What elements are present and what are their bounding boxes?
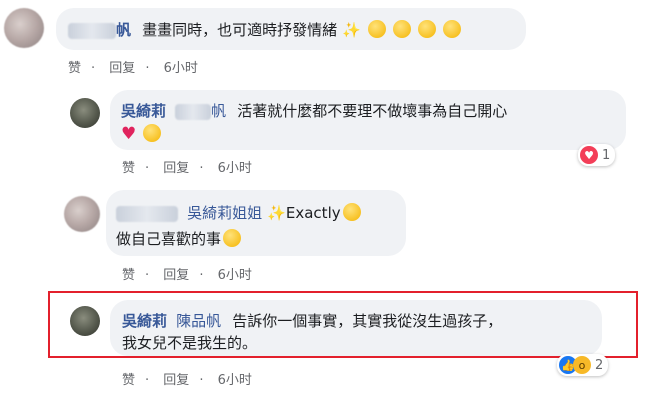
like-link[interactable]: 赞 — [122, 268, 135, 283]
comment-bubble: 吳綺莉 帆 活著就什麼都不要理不做壞事為自己開心 ♥ — [110, 90, 626, 150]
reply-link[interactable]: 回复 — [163, 373, 189, 388]
like-link[interactable]: 赞 — [122, 373, 135, 388]
timestamp[interactable]: 6小时 — [164, 61, 198, 76]
clapping-hands-emoji-icon — [368, 20, 386, 38]
comment-text: Exactly — [285, 204, 341, 222]
commenter-avatar[interactable] — [64, 196, 100, 232]
reaction-summary[interactable]: ♥ 1 — [578, 144, 616, 166]
flexed-biceps-emoji-icon — [443, 20, 462, 38]
commenter-name[interactable]: 吳綺莉 — [121, 102, 166, 120]
sparkles-emoji-icon: ✨ — [342, 21, 361, 39]
mention-tag[interactable]: 帆 — [211, 102, 226, 120]
love-reaction-icon: ♥ — [580, 146, 598, 164]
commenter-avatar[interactable] — [70, 98, 100, 128]
reply-link[interactable]: 回复 — [109, 61, 135, 76]
reply-link[interactable]: 回复 — [163, 161, 189, 176]
reply-link[interactable]: 回复 — [163, 268, 189, 283]
like-link[interactable]: 赞 — [122, 161, 135, 176]
redacted-mention — [175, 103, 212, 120]
redacted-name — [68, 22, 116, 39]
reaction-summary[interactable]: 👍 o 2 — [557, 354, 609, 376]
smiley-emoji-icon — [393, 20, 412, 38]
thumbs-up-emoji-icon — [342, 203, 361, 221]
comment-text: 活著就什麼都不要理不做壞事為自己開心 — [237, 102, 508, 120]
comment-actions: 赞 · 回复 · 6小时 — [122, 161, 252, 176]
wow-reaction-icon: o — [573, 356, 591, 374]
comment-actions: 赞 · 回复 · 6小时 — [68, 61, 198, 76]
comment-actions: 赞 · 回复 · 6小时 — [122, 268, 252, 283]
commenter-name[interactable]: 帆 — [116, 21, 131, 39]
comment-text: 畫畫同時，也可適時抒發情緒 — [142, 21, 338, 39]
redacted-name — [116, 205, 178, 222]
commenter-avatar[interactable] — [4, 8, 44, 48]
reaction-count: 2 — [595, 357, 604, 373]
smiling-face-emoji-icon — [223, 229, 242, 247]
timestamp[interactable]: 6小时 — [218, 161, 252, 176]
reaction-count: 1 — [602, 147, 611, 163]
thumbs-up-emoji-icon — [418, 20, 437, 38]
comment-bubble: 帆 畫畫同時，也可適時抒發情緒 ✨ — [56, 8, 526, 50]
timestamp[interactable]: 6小时 — [218, 373, 252, 388]
mention-tag[interactable]: 吳綺莉姐姐 — [187, 204, 262, 222]
highlight-box — [48, 291, 638, 358]
like-link[interactable]: 赞 — [68, 61, 81, 76]
grinning-face-emoji-icon — [143, 124, 162, 142]
comment-text: 做自己喜歡的事 — [116, 230, 222, 248]
comment-actions: 赞 · 回复 · 6小时 — [122, 373, 252, 388]
red-heart-emoji-icon: ♥ — [121, 124, 137, 144]
comment-bubble: 吳綺莉姐姐 ✨Exactly 做自己喜歡的事 — [106, 190, 406, 256]
timestamp[interactable]: 6小时 — [218, 268, 252, 283]
sparkles-emoji-icon: ✨ — [267, 204, 286, 222]
